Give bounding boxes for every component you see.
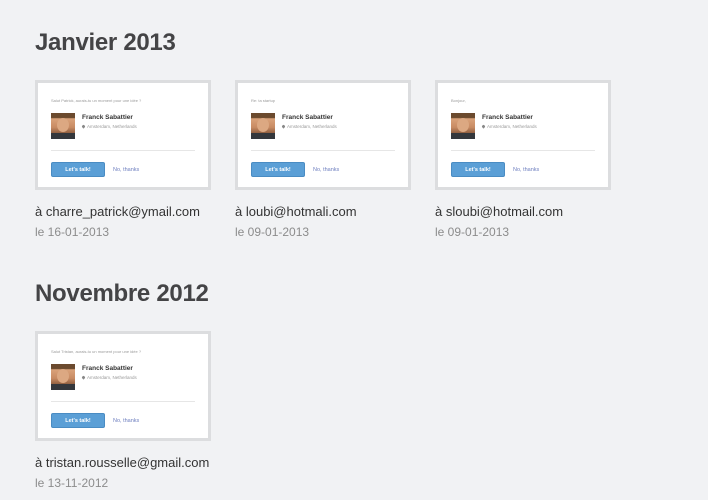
recipient-email: à sloubi@hotmail.com <box>435 204 564 219</box>
recipient-email: à tristan.rousselle@gmail.com <box>35 455 210 470</box>
card-sender-name: Franck Sabattier <box>82 114 133 121</box>
sent-date: le 09-01-2013 <box>235 225 310 239</box>
invitation-card-preview[interactable]: Salut Tristan, aurais-tu un moment pour … <box>35 331 211 441</box>
invitation-card-preview[interactable]: Bonjour, Franck Sabattier Amsterdam, Net… <box>435 80 611 190</box>
lets-talk-button[interactable]: Let's talk! <box>51 413 105 428</box>
no-thanks-link[interactable]: No, thanks <box>313 167 339 173</box>
lets-talk-button[interactable]: Let's talk! <box>251 162 305 177</box>
card-message: Salut Tristan, aurais-tu un moment pour … <box>51 349 142 354</box>
recipient-email: à charre_patrick@ymail.com <box>35 204 200 219</box>
invitation-item: Bonjour, Franck Sabattier Amsterdam, Net… <box>435 80 611 239</box>
avatar <box>451 113 475 139</box>
card-message: Bonjour, <box>451 98 466 103</box>
card-message: Re: ta startup <box>251 98 276 103</box>
card-divider <box>251 150 395 151</box>
no-thanks-link[interactable]: No, thanks <box>113 418 139 424</box>
card-divider <box>51 401 195 402</box>
avatar <box>251 113 275 139</box>
invitation-item: Re: ta startup Franck Sabattier Amsterda… <box>235 80 411 239</box>
recipient-email: à loubi@hotmali.com <box>235 204 357 219</box>
card-divider <box>51 150 195 151</box>
sent-date: le 16-01-2013 <box>35 225 110 239</box>
card-location: Amsterdam, Netherlands <box>81 124 137 129</box>
avatar <box>51 113 75 139</box>
card-location-text: Amsterdam, Netherlands <box>487 124 537 129</box>
section-title-janvier-2013: Janvier 2013 <box>35 29 176 56</box>
invitation-item: Salut Tristan, aurais-tu un moment pour … <box>35 331 211 490</box>
card-sender-name: Franck Sabattier <box>82 365 133 372</box>
card-divider <box>451 150 595 151</box>
card-location-text: Amsterdam, Netherlands <box>87 124 137 129</box>
sent-date: le 13-11-2012 <box>35 476 109 490</box>
invitation-card-preview[interactable]: Re: ta startup Franck Sabattier Amsterda… <box>235 80 411 190</box>
no-thanks-link[interactable]: No, thanks <box>113 167 139 173</box>
no-thanks-link[interactable]: No, thanks <box>513 167 539 173</box>
avatar <box>51 364 75 390</box>
card-location: Amsterdam, Netherlands <box>281 124 337 129</box>
card-sender-name: Franck Sabattier <box>482 114 533 121</box>
location-pin-icon <box>81 375 86 380</box>
lets-talk-button[interactable]: Let's talk! <box>51 162 105 177</box>
card-location-text: Amsterdam, Netherlands <box>87 375 137 380</box>
card-message: Salut Patrick, aurais-tu un moment pour … <box>51 98 142 103</box>
section-title-novembre-2012: Novembre 2012 <box>35 280 209 307</box>
card-sender-name: Franck Sabattier <box>282 114 333 121</box>
card-location: Amsterdam, Netherlands <box>481 124 537 129</box>
location-pin-icon <box>281 124 286 129</box>
location-pin-icon <box>81 124 86 129</box>
lets-talk-button[interactable]: Let's talk! <box>451 162 505 177</box>
invitation-card-preview[interactable]: Salut Patrick, aurais-tu un moment pour … <box>35 80 211 190</box>
card-location: Amsterdam, Netherlands <box>81 375 137 380</box>
location-pin-icon <box>481 124 486 129</box>
card-location-text: Amsterdam, Netherlands <box>287 124 337 129</box>
sent-date: le 09-01-2013 <box>435 225 510 239</box>
invitation-item: Salut Patrick, aurais-tu un moment pour … <box>35 80 211 239</box>
